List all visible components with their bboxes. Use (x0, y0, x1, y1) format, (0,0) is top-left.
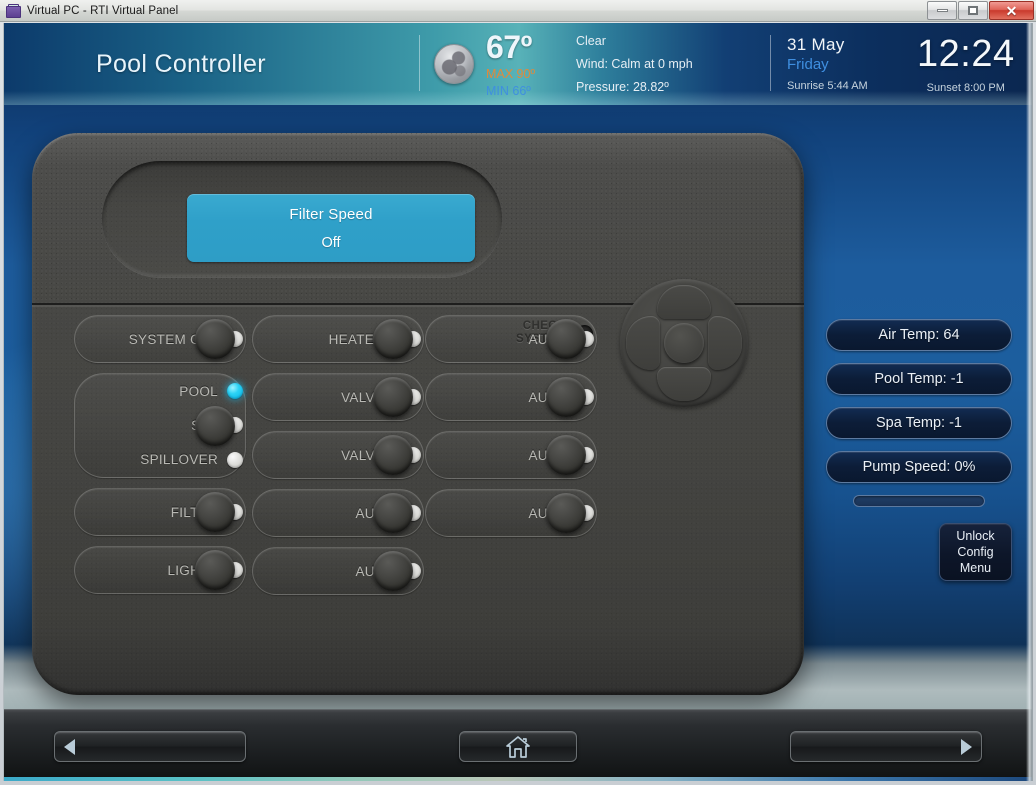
weather-widget[interactable]: 67º MAX 90º MIN 66º Clear Wind: Calm at … (420, 23, 770, 105)
pump-speed-slider[interactable] (853, 495, 985, 507)
control-column-3: AUX 3 AUX 4 AUX 5 AUX 6 (425, 315, 597, 547)
close-button[interactable]: ✕ (989, 1, 1034, 20)
arrow-left-icon (64, 738, 75, 755)
unlock-button-line3: Menu (959, 561, 992, 575)
minimize-icon (936, 9, 948, 12)
lcd-display[interactable]: Filter Speed Off (187, 194, 475, 262)
control-aux-3[interactable]: AUX 3 (425, 315, 597, 363)
current-temperature: 67º (486, 29, 532, 65)
push-button-aux-5[interactable] (546, 435, 586, 475)
next-page-button[interactable] (790, 731, 982, 762)
status-pill-list: Air Temp: 64 Pool Temp: -1 Spa Temp: -1 Pum… (826, 319, 1012, 483)
control-label-spillover: SPILLOVER (140, 452, 218, 468)
status-pill-label-air-temp: Air Temp: 64 (878, 327, 960, 343)
push-button-heater-1[interactable] (373, 319, 413, 359)
max-temperature: MAX 90º (486, 67, 536, 81)
lcd-value: Off (321, 234, 341, 251)
dpad-up-button[interactable] (657, 285, 711, 319)
moon-icon (434, 44, 474, 84)
sunset-value: Sunset 8:00 PM (926, 81, 1005, 94)
control-filter[interactable]: FILTER (74, 488, 246, 536)
push-button-aux-2[interactable] (373, 551, 413, 591)
maximize-icon (968, 6, 978, 15)
maximize-button[interactable] (958, 1, 988, 20)
control-row-spillover[interactable]: SPILLOVER (81, 443, 245, 477)
status-pill-label-spa-temp: Spa Temp: -1 (876, 415, 962, 431)
status-sidebar: Air Temp: 64 Pool Temp: -1 Spa Temp: -1 Pum… (826, 319, 1012, 581)
control-aux-5[interactable]: AUX 5 (425, 431, 597, 479)
weather-condition: Clear (576, 34, 606, 48)
push-button-system-off[interactable] (195, 319, 235, 359)
page-title: Pool Controller (96, 49, 266, 78)
clock-block: 12:24 Sunset 8:00 PM (917, 35, 1015, 94)
sunrise-value: Sunrise 5:44 AM (787, 80, 868, 92)
status-pill-spa-temp[interactable]: Spa Temp: -1 (826, 407, 1012, 439)
home-button[interactable] (459, 731, 577, 762)
push-button-filter[interactable] (195, 492, 235, 532)
datetime-widget: 31 May Friday Sunrise 5:44 AM 12:24 Suns… (771, 23, 1032, 105)
previous-page-button[interactable] (54, 731, 246, 762)
virtual-pc-icon (6, 3, 21, 18)
lcd-title: Filter Speed (289, 205, 373, 223)
close-icon: ✕ (1005, 2, 1018, 19)
unlock-button-line2: Config (957, 545, 994, 559)
app-header: Pool Controller 67º MAX 90º MIN 66º Clea… (4, 23, 1032, 105)
control-lights[interactable]: LIGHTS (74, 546, 246, 594)
arrow-right-icon (961, 738, 972, 755)
push-button-aux-4[interactable] (546, 377, 586, 417)
push-button-valve-4[interactable] (373, 435, 413, 475)
control-heater-1[interactable]: HEATER 1 (252, 315, 424, 363)
pool-controller-device: Filter Speed Off CHECK SYSTEM (32, 133, 804, 695)
push-button-aux-6[interactable] (546, 493, 586, 533)
device-top-bezel: Filter Speed Off CHECK SYSTEM (32, 133, 804, 407)
unlock-button-line1: Unlock (956, 529, 995, 543)
weekday-value: Friday (787, 56, 829, 73)
led-indicator-pool (227, 383, 243, 400)
home-icon (505, 735, 531, 759)
control-button-grid: SYSTEM OFF POOLSPASPILLOVER FILTER LIGHTS H… (44, 315, 792, 685)
bottom-navigation-bar (4, 709, 1032, 781)
control-valve-3[interactable]: VALVE 3 (252, 373, 424, 421)
window-controls: ✕ (926, 1, 1034, 20)
window-title: Virtual PC - RTI Virtual Panel (27, 4, 179, 17)
control-column-2: HEATER 1 VALVE 3 VALVE 4 AUX 1 AUX 2 (252, 315, 424, 605)
date-value: 31 May (787, 35, 845, 54)
control-aux-1[interactable]: AUX 1 (252, 489, 424, 537)
led-indicator-spillover (227, 451, 243, 468)
min-temperature: MIN 66º (486, 83, 531, 98)
push-button-valve-3[interactable] (373, 377, 413, 417)
control-label-pool: POOL (179, 383, 218, 399)
conditions-block: Clear Wind: Calm at 0 mph Pressure: 28.8… (576, 34, 693, 94)
minimize-button[interactable] (927, 1, 957, 20)
control-aux-4[interactable]: AUX 4 (425, 373, 597, 421)
status-pill-pump-speed[interactable]: Pump Speed: 0% (826, 451, 1012, 483)
status-pill-air-temp[interactable]: Air Temp: 64 (826, 319, 1012, 351)
unlock-config-menu-button[interactable]: Unlock Config Menu (939, 523, 1012, 581)
control-pool-spa-spillover[interactable]: POOLSPASPILLOVER (74, 373, 246, 478)
push-button-lights[interactable] (195, 550, 235, 590)
weather-wind: Wind: Calm at 0 mph (576, 57, 693, 71)
control-aux-6[interactable]: AUX 6 (425, 489, 597, 537)
status-pill-label-pool-temp: Pool Temp: -1 (874, 371, 964, 387)
push-button-aux-3[interactable] (546, 319, 586, 359)
clock-time: 12:24 (917, 32, 1015, 75)
control-aux-2[interactable]: AUX 2 (252, 547, 424, 595)
push-button-pool-spa-spillover[interactable] (195, 405, 235, 446)
status-pill-pool-temp[interactable]: Pool Temp: -1 (826, 363, 1012, 395)
window-titlebar[interactable]: Virtual PC - RTI Virtual Panel ✕ (0, 0, 1036, 22)
os-window: Virtual PC - RTI Virtual Panel ✕ Pool Co… (0, 0, 1036, 785)
status-pill-label-pump-speed: Pump Speed: 0% (862, 459, 976, 475)
date-block: 31 May Friday Sunrise 5:44 AM (787, 36, 907, 92)
control-valve-4[interactable]: VALVE 4 (252, 431, 424, 479)
control-column-1: SYSTEM OFF POOLSPASPILLOVER FILTER LIGHTS (74, 315, 246, 604)
control-system-off[interactable]: SYSTEM OFF (74, 315, 246, 363)
weather-pressure: Pressure: 28.82º (576, 80, 669, 94)
temperature-block: 67º MAX 90º MIN 66º (486, 31, 560, 97)
control-row-pool[interactable]: POOL (81, 374, 245, 408)
push-button-aux-1[interactable] (373, 493, 413, 533)
rti-virtual-panel: Pool Controller 67º MAX 90º MIN 66º Clea… (3, 23, 1033, 781)
